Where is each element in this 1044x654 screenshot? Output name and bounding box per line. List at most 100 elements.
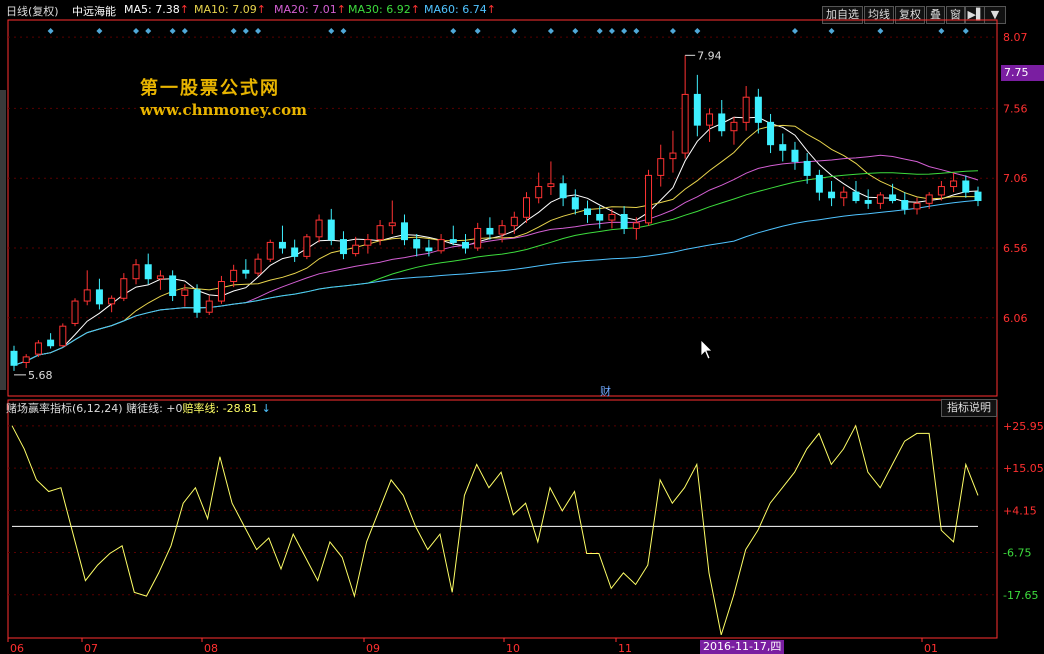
candle-body: [803, 160, 811, 176]
indicator-panel-border: [7, 399, 998, 639]
event-diamond-icon: [181, 28, 188, 34]
low-price-label: 5.68: [28, 369, 53, 382]
candle-body: [400, 222, 408, 241]
candle-body: [657, 158, 665, 176]
candle-body: [59, 325, 67, 347]
event-diamond-icon: [169, 28, 176, 34]
indicator-tick-label: -6.75: [1003, 547, 1031, 560]
candle-body: [486, 227, 494, 235]
event-diamond-icon: [145, 28, 152, 34]
event-diamond-icon: [547, 28, 554, 34]
odds-line-value: 赔率线: -28.81: [182, 402, 259, 415]
candle-body: [584, 208, 592, 215]
candle-body: [193, 289, 201, 313]
price-tick-label: 7.56: [1003, 102, 1028, 115]
candle-body: [681, 93, 689, 154]
candle-body: [132, 264, 140, 280]
candle-body: [767, 121, 775, 146]
candle-body: [291, 247, 299, 257]
candle-body: [10, 350, 18, 366]
price-tick-label: 6.06: [1003, 312, 1028, 325]
ma10-line: [13, 124, 978, 366]
event-diamond-icon: [242, 28, 249, 34]
candle-body: [742, 96, 750, 123]
x-tick-label: 08: [204, 642, 218, 654]
candle-body: [559, 183, 567, 199]
candle-body: [34, 342, 42, 355]
candle-body: [449, 239, 457, 243]
candle-body: [852, 191, 860, 202]
candle-body: [669, 152, 677, 160]
event-diamond-icon: [572, 28, 579, 34]
candle-body: [913, 202, 921, 210]
candle-body: [645, 174, 653, 224]
down-arrow-icon: ↓: [261, 402, 271, 415]
event-diamond-icon: [669, 28, 676, 34]
candle-body: [352, 244, 360, 255]
event-diamond-icon: [340, 28, 347, 34]
candle-body: [254, 258, 262, 274]
ma20-line: [13, 154, 979, 366]
mouse-cursor-icon: [700, 339, 713, 360]
price-tick-label: 7.06: [1003, 172, 1028, 185]
candle-body: [523, 197, 531, 218]
event-diamond-icon: [255, 28, 262, 34]
candle-body: [889, 194, 897, 202]
candle-body: [95, 289, 103, 305]
event-diamond-icon: [596, 28, 603, 34]
x-tick-label: 01: [924, 642, 938, 654]
event-diamond-icon: [511, 28, 518, 34]
moving-average-lines: [13, 116, 979, 366]
candle-body: [83, 289, 91, 302]
event-diamond-icon: [694, 28, 701, 34]
candle-body: [730, 121, 738, 132]
x-tick-label: 07: [84, 642, 98, 654]
indicator-series: [11, 424, 979, 636]
candle-body: [303, 236, 311, 257]
event-diamond-icon: [962, 28, 969, 34]
high-price-label: 7.94: [697, 49, 722, 62]
candle-body: [437, 239, 445, 252]
watermark-title: 第一股票公式网: [140, 78, 280, 99]
candle-body: [608, 213, 616, 221]
finance-event-marker[interactable]: 财: [600, 383, 611, 399]
stock-chart-window: 日线(复权) 中远海能 MA5: 7.38↑ MA10: 7.09↑ MA20:…: [0, 0, 1044, 654]
candle-body: [754, 96, 762, 123]
event-diamond-icon: [608, 28, 615, 34]
ma5-line: [13, 116, 979, 366]
candle-body: [71, 300, 79, 324]
candle-body: [388, 222, 396, 227]
candle-body: [925, 194, 933, 204]
candle-body: [156, 275, 164, 280]
ma60-line: [13, 199, 979, 366]
indicator-help-button[interactable]: 指标说明: [941, 399, 997, 417]
event-diamond-icon: [96, 28, 103, 34]
candle-body: [181, 289, 189, 296]
indicator-title: 赌场赢率指标(6,12,24): [6, 402, 123, 415]
candle-body: [840, 191, 848, 199]
candle-body: [706, 113, 714, 126]
candle-body: [571, 197, 579, 210]
candle-body: [547, 183, 555, 188]
chart-grid: [8, 36, 997, 596]
candle-body: [693, 93, 701, 126]
x-tick-label: 06: [10, 642, 24, 654]
event-diamond-icon: [791, 28, 798, 34]
event-diamond-icon: [633, 28, 640, 34]
candle-body: [901, 200, 909, 210]
event-diamond-icon: [230, 28, 237, 34]
candle-body: [315, 219, 323, 238]
candle-body: [864, 200, 872, 204]
odds-line: [11, 424, 979, 636]
candle-body: [815, 174, 823, 193]
current-price-tag: 7.75: [1001, 65, 1044, 81]
candle-body: [791, 149, 799, 162]
candle-body: [108, 297, 116, 305]
watermark-url: www.chnmoney.com: [140, 101, 307, 119]
candle-body: [413, 239, 421, 249]
event-diamond-icon: [828, 28, 835, 34]
event-diamond-icon: [450, 28, 457, 34]
indicator-tick-label: +15.05: [1003, 462, 1044, 475]
candle-body: [217, 281, 225, 302]
x-tick-label: 09: [366, 642, 380, 654]
